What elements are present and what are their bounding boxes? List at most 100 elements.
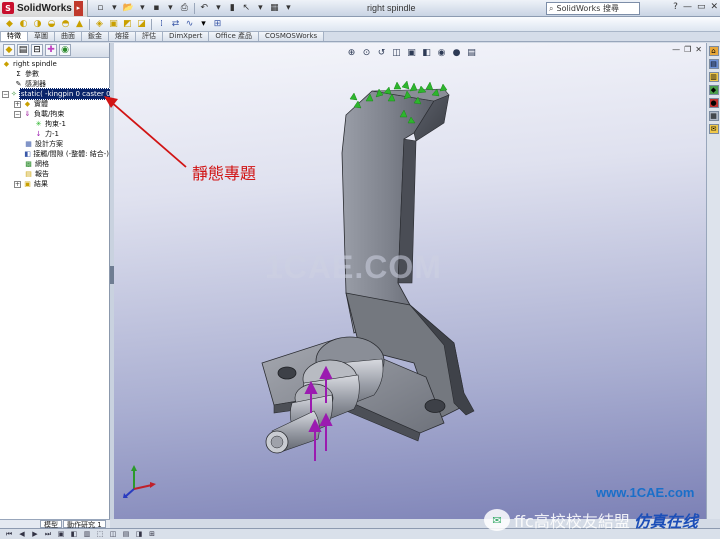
status-tool-icon[interactable]: ◫ bbox=[108, 530, 118, 539]
custom-properties-icon[interactable]: ▦ bbox=[708, 111, 719, 121]
nav-last-icon[interactable]: ⏭ bbox=[43, 530, 53, 539]
tab-evaluate[interactable]: 評估 bbox=[135, 31, 163, 41]
expand-icon[interactable]: + bbox=[14, 100, 21, 108]
maximize-icon[interactable]: ▭ bbox=[697, 2, 706, 12]
collapse-icon[interactable]: − bbox=[2, 90, 9, 98]
dropdown-icon[interactable]: ▾ bbox=[254, 2, 267, 15]
extrude-icon[interactable]: ◆ bbox=[3, 18, 16, 30]
close-icon[interactable]: ✕ bbox=[710, 2, 718, 12]
graphics-viewport[interactable]: ⊕ ⊙ ↺ ◫ ▣ ◧ ◉ ● ▤ — ❐ ✕ 1CAE.COM 靜態專題 bbox=[114, 43, 706, 519]
dimxpert-manager-icon[interactable]: ✚ bbox=[45, 44, 57, 56]
nav-first-icon[interactable]: ⏮ bbox=[4, 530, 14, 539]
revolve-icon[interactable]: ◐ bbox=[17, 18, 30, 30]
dropdown-icon[interactable]: ▾ bbox=[197, 18, 210, 30]
results-icon: ▣ bbox=[24, 180, 31, 188]
help-icon[interactable]: ? bbox=[673, 2, 678, 12]
dropdown-icon[interactable]: ▾ bbox=[164, 2, 177, 15]
undo-icon[interactable]: ↶ bbox=[198, 2, 211, 15]
simulation-manager-icon[interactable]: ◉ bbox=[59, 44, 71, 56]
save-icon[interactable]: ▪ bbox=[150, 2, 163, 15]
tab-motion-study[interactable]: 動作研究 1 bbox=[63, 520, 106, 529]
tab-dimxpert[interactable]: DimXpert bbox=[162, 31, 210, 41]
command-tabs: 特徵 草圖 曲面 鈑金 熔接 評估 DimXpert Office 產品 COS… bbox=[0, 31, 720, 42]
reference-icon[interactable]: ⊞ bbox=[211, 18, 224, 30]
options-icon[interactable]: ▦ bbox=[268, 2, 281, 15]
tab-features[interactable]: 特徵 bbox=[0, 31, 28, 41]
dropdown-icon[interactable]: ▾ bbox=[136, 2, 149, 15]
window-controls: ? — ▭ ✕ bbox=[673, 2, 718, 12]
view-palette-icon[interactable]: ◆ bbox=[708, 85, 719, 95]
shell-icon[interactable]: ▣ bbox=[107, 18, 120, 30]
document-title: right spindle bbox=[367, 3, 416, 13]
tab-cosmosworks[interactable]: COSMOSWorks bbox=[258, 31, 325, 41]
minimize-icon[interactable]: — bbox=[683, 2, 692, 12]
search-input[interactable]: SolidWorks 搜尋 bbox=[556, 3, 618, 14]
tree-item-report[interactable]: ▤ 報告 bbox=[2, 169, 109, 179]
file-explorer-icon[interactable]: ▥ bbox=[708, 72, 719, 82]
tree-item-design-scenario[interactable]: ▦ 設計方案 bbox=[2, 139, 109, 149]
status-tool-icon[interactable]: ◧ bbox=[69, 530, 79, 539]
collapse-icon[interactable]: − bbox=[14, 110, 21, 118]
dropdown-icon[interactable]: ▾ bbox=[282, 2, 295, 15]
tree-item-solid[interactable]: + ◆ 實體 bbox=[2, 99, 109, 109]
tab-sketch[interactable]: 草圖 bbox=[27, 31, 55, 41]
print-icon[interactable]: ⎙ bbox=[178, 2, 191, 15]
curves-icon[interactable]: ∿ bbox=[183, 18, 196, 30]
select-icon[interactable]: ↖ bbox=[240, 2, 253, 15]
tree-item-results[interactable]: + ▣ 結果 bbox=[2, 179, 109, 189]
tree-item-contact[interactable]: ◧ 接觸/間隙 (-整體: 結合-) bbox=[2, 149, 109, 159]
tab-office-products[interactable]: Office 產品 bbox=[208, 31, 259, 41]
status-tool-icon[interactable]: ⬚ bbox=[95, 530, 105, 539]
wrap-icon[interactable]: ◪ bbox=[135, 18, 148, 30]
rib-icon[interactable]: ◈ bbox=[93, 18, 106, 30]
study-icon: ✧ bbox=[11, 90, 17, 98]
nav-next-icon[interactable]: ▶ bbox=[30, 530, 40, 539]
resources-icon[interactable]: ⌂ bbox=[708, 46, 719, 56]
app-menu[interactable]: S SolidWorks ▸ bbox=[0, 0, 88, 17]
feature-manager-icon[interactable]: ◆ bbox=[3, 44, 15, 56]
status-tool-icon[interactable]: ▤ bbox=[121, 530, 131, 539]
chamfer-icon[interactable]: ▲ bbox=[73, 18, 86, 30]
status-tool-icon[interactable]: ▥ bbox=[82, 530, 92, 539]
menu-arrow-icon[interactable]: ▸ bbox=[73, 0, 83, 16]
tree-item-fixture[interactable]: ✳ 拘束-1 bbox=[2, 119, 109, 129]
fillet-icon[interactable]: ◓ bbox=[59, 18, 72, 30]
loft-icon[interactable]: ◒ bbox=[45, 18, 58, 30]
nav-prev-icon[interactable]: ◀ bbox=[17, 530, 27, 539]
status-tool-icon[interactable]: ⊞ bbox=[147, 530, 157, 539]
tab-weldments[interactable]: 熔接 bbox=[108, 31, 136, 41]
design-icon: ▦ bbox=[25, 140, 32, 148]
design-library-icon[interactable]: ▤ bbox=[708, 59, 719, 69]
center-watermark: 1CAE.COM bbox=[265, 249, 442, 285]
separator bbox=[89, 18, 90, 30]
rebuild-icon[interactable]: ▮ bbox=[226, 2, 239, 15]
status-tool-icon[interactable]: ◨ bbox=[134, 530, 144, 539]
pattern-icon[interactable]: ⁞ bbox=[155, 18, 168, 30]
dropdown-icon[interactable]: ▾ bbox=[212, 2, 225, 15]
solidworks-forum-icon[interactable]: ✉ bbox=[708, 124, 719, 134]
site-watermark: www.1CAE.com bbox=[596, 485, 695, 500]
footer-watermark-text: ffc高校校友結盟 bbox=[514, 512, 630, 531]
tree-item-static-study[interactable]: − ✧ static( -kingpin 0 caster 0-) bbox=[2, 88, 118, 100]
open-icon[interactable]: 📂 bbox=[122, 2, 135, 15]
search-box[interactable]: ⌕ SolidWorks 搜尋 bbox=[546, 2, 640, 15]
dropdown-icon[interactable]: ▾ bbox=[108, 2, 121, 15]
tree-item-loads[interactable]: − ⇓ 負載/拘束 bbox=[2, 109, 109, 119]
expand-icon[interactable]: + bbox=[14, 180, 21, 188]
tree-item-force[interactable]: ↓ 力-1 bbox=[2, 129, 109, 139]
appearances-icon[interactable]: ● bbox=[708, 98, 719, 108]
mirror-icon[interactable]: ⇄ bbox=[169, 18, 182, 30]
status-tool-icon[interactable]: ▣ bbox=[56, 530, 66, 539]
tree-root[interactable]: ◆ right spindle bbox=[2, 59, 109, 69]
footer-watermark: ✉ ffc高校校友結盟 仿真在线 bbox=[484, 508, 698, 532]
new-icon[interactable]: ▫ bbox=[94, 2, 107, 15]
configuration-manager-icon[interactable]: ⊟ bbox=[31, 44, 43, 56]
tree-item-parameters[interactable]: Σ 參數 bbox=[2, 69, 109, 79]
draft-icon[interactable]: ◩ bbox=[121, 18, 134, 30]
sweep-icon[interactable]: ◑ bbox=[31, 18, 44, 30]
property-manager-icon[interactable]: ▤ bbox=[17, 44, 29, 56]
tab-surfaces[interactable]: 曲面 bbox=[54, 31, 82, 41]
tab-sheet-metal[interactable]: 鈑金 bbox=[81, 31, 109, 41]
tab-model[interactable]: 模型 bbox=[40, 520, 62, 529]
tree-item-mesh[interactable]: ▩ 網格 bbox=[2, 159, 109, 169]
